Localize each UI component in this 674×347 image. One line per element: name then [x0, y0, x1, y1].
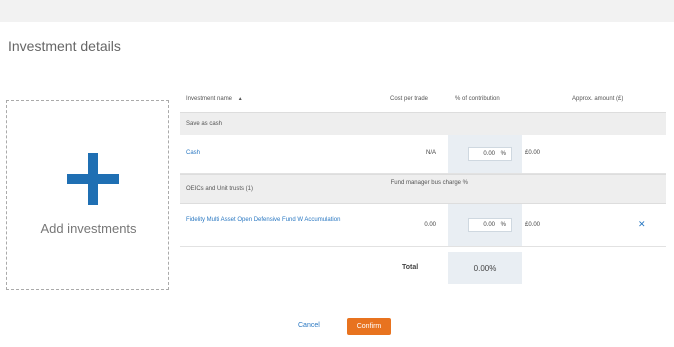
page-title: Investment details [8, 38, 121, 54]
column-header-investment-name[interactable]: Investment name ▲ [186, 96, 243, 102]
fund-link-cash[interactable]: Cash [186, 149, 200, 158]
column-header-approx-amount: Approx. amount (£) [572, 96, 624, 102]
top-bar [0, 0, 674, 22]
table-row-cash: Cash N/A 0.00 % £0.00 [180, 135, 666, 174]
cost-per-trade: 0.00 [424, 222, 436, 228]
column-header-pct-contribution: % of contribution [455, 96, 500, 102]
cancel-link[interactable]: Cancel [298, 322, 320, 329]
add-investments-panel[interactable]: Add investments [6, 100, 169, 290]
group-title: Save as cash [186, 121, 223, 127]
total-value: 0.00% [473, 264, 497, 273]
cost-per-trade: N/A [425, 150, 436, 156]
pct-contribution-input[interactable]: 0.00 % [468, 147, 512, 161]
sort-arrow-icon: ▲ [237, 96, 243, 102]
fund-link-fidelity[interactable]: Fidelity Multi Asset Open Defensive Fund… [186, 216, 346, 225]
group-header-oeics: OEICs and Unit trusts (1) Fund manager b… [180, 174, 666, 204]
plus-icon [67, 153, 119, 205]
remove-icon[interactable]: ✕ [638, 219, 646, 230]
column-header-cost-per-trade: Cost per trade [390, 96, 429, 102]
confirm-button[interactable]: Confirm [347, 318, 391, 335]
add-investments-label: Add investments [40, 221, 137, 236]
total-label: Total [402, 264, 419, 271]
table-row-fund: Fidelity Multi Asset Open Defensive Fund… [180, 204, 666, 247]
group-title: OEICs and Unit trusts (1) [186, 186, 254, 192]
approx-amount: £0.00 [525, 222, 541, 228]
group-header-cash: Save as cash [180, 112, 666, 136]
charge-header: Fund manager bus charge % [390, 180, 468, 186]
pct-contribution-input[interactable]: 0.00 % [468, 218, 512, 232]
approx-amount: £0.00 [525, 150, 541, 156]
total-cell: 0.00% [448, 252, 522, 284]
